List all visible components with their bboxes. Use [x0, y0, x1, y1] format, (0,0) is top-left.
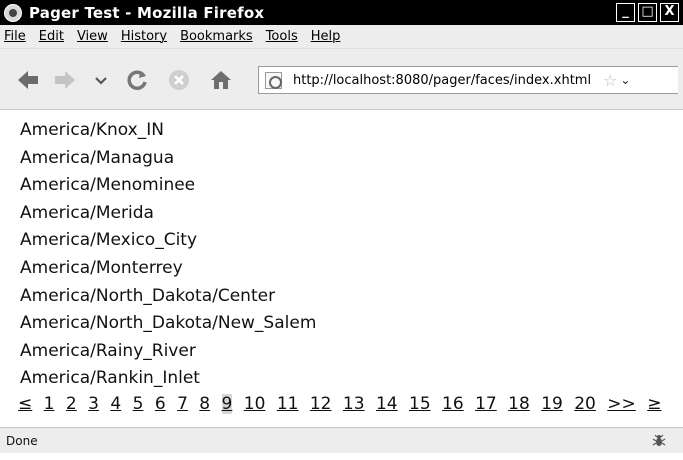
bookmark-star-icon[interactable]: ☆ [603, 71, 617, 90]
pager-next-link[interactable]: >> [607, 394, 636, 414]
list-item: America/Menominee [20, 175, 196, 196]
pager-page-link[interactable]: 20 [574, 394, 596, 414]
status-text: Done [6, 433, 38, 448]
menu-help[interactable]: Help [311, 29, 341, 44]
url-dropdown-icon[interactable]: ⌄ [620, 73, 630, 87]
list-item: America/Rainy_River [20, 340, 196, 361]
menu-view[interactable]: View [77, 29, 108, 44]
menu-tools[interactable]: Tools [266, 29, 298, 44]
pager-current-page[interactable]: 9 [221, 394, 233, 414]
minimize-button[interactable]: _ [616, 3, 635, 22]
title-bar: Pager Test - Mozilla Firefox _ □ X [0, 0, 683, 25]
menu-bar: File Edit View History Bookmarks Tools H… [0, 25, 683, 49]
maximize-button[interactable]: □ [638, 3, 657, 22]
list-item: America/Mexico_City [20, 230, 198, 251]
back-arrow-icon[interactable] [15, 67, 41, 93]
window-controls: _ □ X [613, 3, 679, 22]
home-icon[interactable] [208, 67, 234, 93]
window-bottom-edge [0, 453, 683, 460]
pager-page-link[interactable]: 8 [199, 394, 210, 414]
page-content: America/Knox_IN America/Managua America/… [0, 111, 683, 427]
list-item: America/Merida [20, 202, 154, 223]
pager-page-link[interactable]: 16 [442, 394, 464, 414]
pager-page-link[interactable]: 13 [343, 394, 365, 414]
pager-page-link[interactable]: 18 [508, 394, 530, 414]
url-text[interactable]: http://localhost:8080/pager/faces/index.… [293, 73, 591, 88]
firefox-icon [4, 3, 22, 22]
reload-icon[interactable] [124, 67, 150, 93]
navigation-toolbar: http://localhost:8080/pager/faces/index.… [0, 49, 683, 110]
pager-page-link[interactable]: 6 [155, 394, 166, 414]
pager-page-link[interactable]: 11 [277, 394, 299, 414]
pager-first-link[interactable]: ≤ [18, 394, 32, 414]
site-identity-icon[interactable] [265, 71, 282, 89]
menu-edit[interactable]: Edit [39, 29, 64, 44]
status-bar: Done [0, 427, 683, 453]
pager-page-link[interactable]: 14 [376, 394, 398, 414]
pager: ≤ 1 2 3 4 5 6 7 8 9 10 11 12 13 14 15 16… [18, 394, 667, 414]
pager-page-link[interactable]: 12 [310, 394, 332, 414]
window-title: Pager Test - Mozilla Firefox [29, 3, 265, 22]
bug-icon[interactable] [651, 433, 667, 449]
stop-icon[interactable] [166, 67, 192, 93]
pager-page-link[interactable]: 4 [110, 394, 121, 414]
list-item: America/Knox_IN [20, 120, 164, 140]
menu-file[interactable]: File [4, 29, 26, 44]
list-item: America/Managua [20, 147, 175, 168]
pager-page-link[interactable]: 1 [44, 394, 55, 414]
forward-arrow-icon[interactable] [52, 67, 78, 93]
pager-page-link[interactable]: 5 [133, 394, 144, 414]
pager-last-link[interactable]: ≥ [647, 394, 661, 414]
pager-page-link[interactable]: 2 [66, 394, 77, 414]
chevron-down-icon[interactable] [88, 67, 114, 93]
pager-page-link[interactable]: 3 [88, 394, 99, 414]
menu-bookmarks[interactable]: Bookmarks [180, 29, 253, 44]
pager-page-link[interactable]: 7 [177, 394, 188, 414]
list-item: America/North_Dakota/New_Salem [20, 313, 317, 334]
list-item: America/Rankin_Inlet [20, 368, 200, 389]
pager-page-link[interactable]: 10 [244, 394, 266, 414]
pager-page-link[interactable]: 17 [475, 394, 497, 414]
pager-page-link[interactable]: 15 [409, 394, 431, 414]
pager-page-link[interactable]: 19 [541, 394, 563, 414]
list-item: America/Monterrey [20, 257, 183, 278]
list-item: America/North_Dakota/Center [20, 285, 276, 306]
menu-history[interactable]: History [121, 29, 167, 44]
timezone-list: America/Knox_IN America/Managua America/… [20, 119, 316, 395]
close-button[interactable]: X [660, 3, 679, 22]
address-bar[interactable]: http://localhost:8080/pager/faces/index.… [258, 66, 678, 94]
